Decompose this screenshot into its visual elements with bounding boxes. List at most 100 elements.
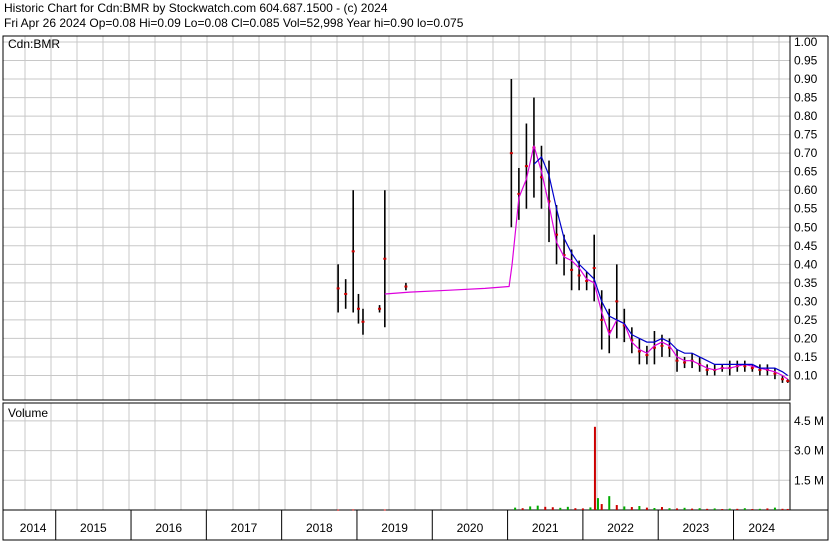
volume-series — [337, 426, 789, 511]
price-marker — [383, 257, 387, 260]
year-label: 2018 — [306, 521, 333, 535]
grid-lines — [3, 36, 790, 510]
stock-chart: 1.00 0.95 0.90 0.85 0.80 0.75 0.70 0.65 0.60 0.55… — [2, 35, 829, 541]
price-tick-label: 0.70 — [794, 146, 818, 160]
price-marker — [344, 292, 348, 295]
price-marker — [361, 320, 365, 323]
year-label: 2022 — [607, 521, 634, 535]
price-marker — [351, 250, 355, 253]
volume-bar — [653, 508, 656, 510]
volume-bar — [751, 509, 754, 511]
volume-bar — [593, 426, 596, 510]
volume-bar — [743, 508, 746, 510]
volume-bar — [581, 508, 584, 510]
volume-bar — [773, 507, 776, 510]
price-tick-label: 0.65 — [794, 165, 818, 179]
price-marker — [336, 287, 340, 290]
volume-bar — [786, 508, 789, 510]
price-tick-label: 0.75 — [794, 128, 818, 142]
volume-bar — [645, 507, 648, 510]
volume-bar — [676, 508, 679, 510]
price-marker — [705, 368, 709, 371]
volume-bar — [706, 508, 709, 510]
price-marker — [786, 380, 790, 383]
year-label: 2024 — [748, 521, 775, 535]
volume-bar — [630, 507, 633, 510]
volume-bar — [383, 509, 386, 511]
volume-bar — [736, 508, 739, 510]
year-label: 2015 — [80, 521, 107, 535]
price-tick-label: 0.45 — [794, 239, 818, 253]
price-tick-label: 0.40 — [794, 257, 818, 271]
volume-bar — [721, 509, 724, 511]
volume-bar — [608, 496, 611, 510]
volume-bar — [536, 505, 539, 510]
volume-bar — [758, 508, 761, 510]
price-tick-label: 0.60 — [794, 183, 818, 197]
volume-bar — [623, 506, 626, 510]
volume-bar — [529, 506, 532, 510]
volume-bar — [521, 508, 524, 510]
volume-bar — [691, 508, 694, 510]
volume-bar — [566, 506, 569, 510]
price-marker — [524, 165, 528, 168]
volume-bar — [574, 508, 577, 510]
volume-bar — [698, 508, 701, 510]
volume-bar — [600, 504, 603, 510]
price-marker — [509, 152, 513, 155]
price-marker — [592, 267, 596, 270]
price-marker — [743, 365, 747, 368]
price-marker — [570, 268, 574, 271]
volume-bar — [781, 508, 784, 510]
volume-bar — [615, 505, 618, 510]
volume-tick-label: 1.5 M — [794, 473, 824, 487]
volume-bar — [551, 507, 554, 510]
volume-bar — [589, 507, 592, 510]
year-label: 2023 — [683, 521, 710, 535]
volume-bar — [352, 509, 355, 511]
year-label: 2016 — [155, 521, 182, 535]
price-tick-label: 0.90 — [794, 72, 818, 86]
price-marker — [356, 307, 360, 310]
volume-bar — [766, 508, 769, 510]
volume-tick-label: 3.0 M — [794, 444, 824, 458]
price-panel-border — [2, 35, 791, 401]
price-panel-title: Cdn:BMR — [8, 37, 60, 51]
price-tick-label: 0.85 — [794, 91, 818, 105]
price-marker — [645, 354, 649, 357]
volume-panel-title: Volume — [8, 406, 48, 420]
volume-tick-label: 4.5 M — [794, 414, 824, 428]
price-marker — [585, 279, 589, 282]
price-marker — [637, 350, 641, 353]
price-marker — [577, 274, 581, 277]
price-marker — [404, 285, 408, 288]
year-label: 2014 — [20, 521, 47, 535]
price-marker — [675, 359, 679, 362]
price-marker — [600, 318, 604, 321]
volume-bar — [544, 506, 547, 510]
price-marker — [615, 300, 619, 303]
volume-panel-border — [2, 402, 791, 511]
price-marker — [683, 361, 687, 364]
price-tick-label: 0.15 — [794, 350, 818, 364]
volume-bar — [638, 506, 641, 510]
volume-bar — [514, 507, 517, 510]
volume-bar — [683, 507, 686, 510]
price-marker — [378, 307, 382, 310]
price-tick-label: 0.20 — [794, 331, 818, 345]
year-label: 2019 — [381, 521, 408, 535]
price-tick-label: 0.80 — [794, 109, 818, 123]
price-tick-label: 0.95 — [794, 54, 818, 68]
price-tick-label: 0.30 — [794, 294, 818, 308]
price-series — [336, 79, 790, 383]
price-marker — [780, 378, 784, 381]
volume-bar — [596, 498, 599, 510]
volume-bar — [713, 508, 716, 510]
volume-bar — [668, 508, 671, 510]
price-marker — [660, 344, 664, 347]
volume-bar — [337, 509, 340, 511]
volume-bar — [728, 508, 731, 510]
price-tick-label: 0.50 — [794, 220, 818, 234]
year-label: 2017 — [231, 521, 258, 535]
price-tick-label: 1.00 — [794, 35, 818, 49]
